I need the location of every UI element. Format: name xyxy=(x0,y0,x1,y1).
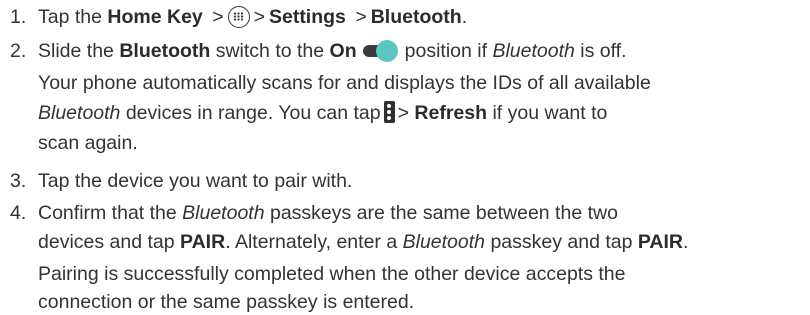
step-text: position if xyxy=(404,40,488,62)
pair-label: PAIR xyxy=(180,231,226,253)
bluetooth-italic: Bluetooth xyxy=(492,40,575,62)
note-line: Your phone automatically scans for and d… xyxy=(38,72,651,94)
step-text: Slide the xyxy=(38,40,114,62)
separator: > xyxy=(355,6,367,28)
settings-label: Settings xyxy=(268,6,346,28)
step-number: 2. xyxy=(10,40,27,62)
separator: > xyxy=(212,6,224,28)
bluetooth-italic: Bluetooth xyxy=(402,231,486,253)
step-text: . Alternately, enter a xyxy=(225,231,398,253)
step-4: 4. Confirm that the Bluetooth passkeys ar… xyxy=(10,200,810,226)
step-4-continued: devices and tap PAIR. Alternately, enter… xyxy=(38,229,800,255)
note-line: Pairing is successfully completed when t… xyxy=(38,263,626,285)
step-3: 3. Tap the device you want to pair with. xyxy=(10,168,810,194)
step-text: passkey and tap xyxy=(490,231,633,253)
separator: > xyxy=(253,6,265,28)
instructions-document: 1. Tap the Home Key > > Settings > Bluetooth… xyxy=(0,0,810,313)
scan-note: Your phone automatically scans for and d… xyxy=(38,70,800,156)
note-text: if you want to xyxy=(492,102,608,124)
pairing-note: Pairing is successfully completed when t… xyxy=(38,261,800,315)
period: . xyxy=(683,231,689,253)
bluetooth-label: Bluetooth xyxy=(119,40,211,62)
step-number: 4. xyxy=(10,202,27,224)
step-text: Tap the device you want to pair with. xyxy=(38,170,353,192)
step-text: is off. xyxy=(580,40,627,62)
step-number: 3. xyxy=(10,170,27,192)
step-text: switch to the xyxy=(215,40,325,62)
separator: > xyxy=(397,102,409,124)
step-text: Tap the xyxy=(38,6,102,28)
note-line: scan again. xyxy=(38,132,138,154)
note-text: devices in range. You can tap xyxy=(125,102,381,124)
pair-label: PAIR xyxy=(637,231,684,253)
note-line: connection or the same passkey is entere… xyxy=(38,291,415,313)
bluetooth-italic: Bluetooth xyxy=(182,202,265,224)
on-label: On xyxy=(329,40,357,62)
home-key-label: Home Key xyxy=(107,6,203,28)
bluetooth-italic: Bluetooth xyxy=(38,102,121,124)
step-number: 1. xyxy=(10,6,27,28)
step-text: devices and tap xyxy=(38,231,175,253)
period: . xyxy=(461,6,468,28)
bluetooth-label: Bluetooth xyxy=(370,6,462,28)
overflow-menu-icon xyxy=(383,101,395,123)
step-text: Confirm that the xyxy=(38,202,177,224)
note-line: Bluetooth devices in range. You can tap >… xyxy=(38,100,800,126)
toggle-switch-on-icon xyxy=(362,40,401,62)
refresh-label: Refresh xyxy=(414,102,488,124)
step-1: 1. Tap the Home Key > > Settings > Bluetooth… xyxy=(10,4,810,30)
apps-grid-icon xyxy=(227,6,250,28)
step-text: passkeys are the same between the two xyxy=(269,202,618,224)
step-2: 2. Slide the Bluetooth switch to the On po… xyxy=(10,38,810,64)
